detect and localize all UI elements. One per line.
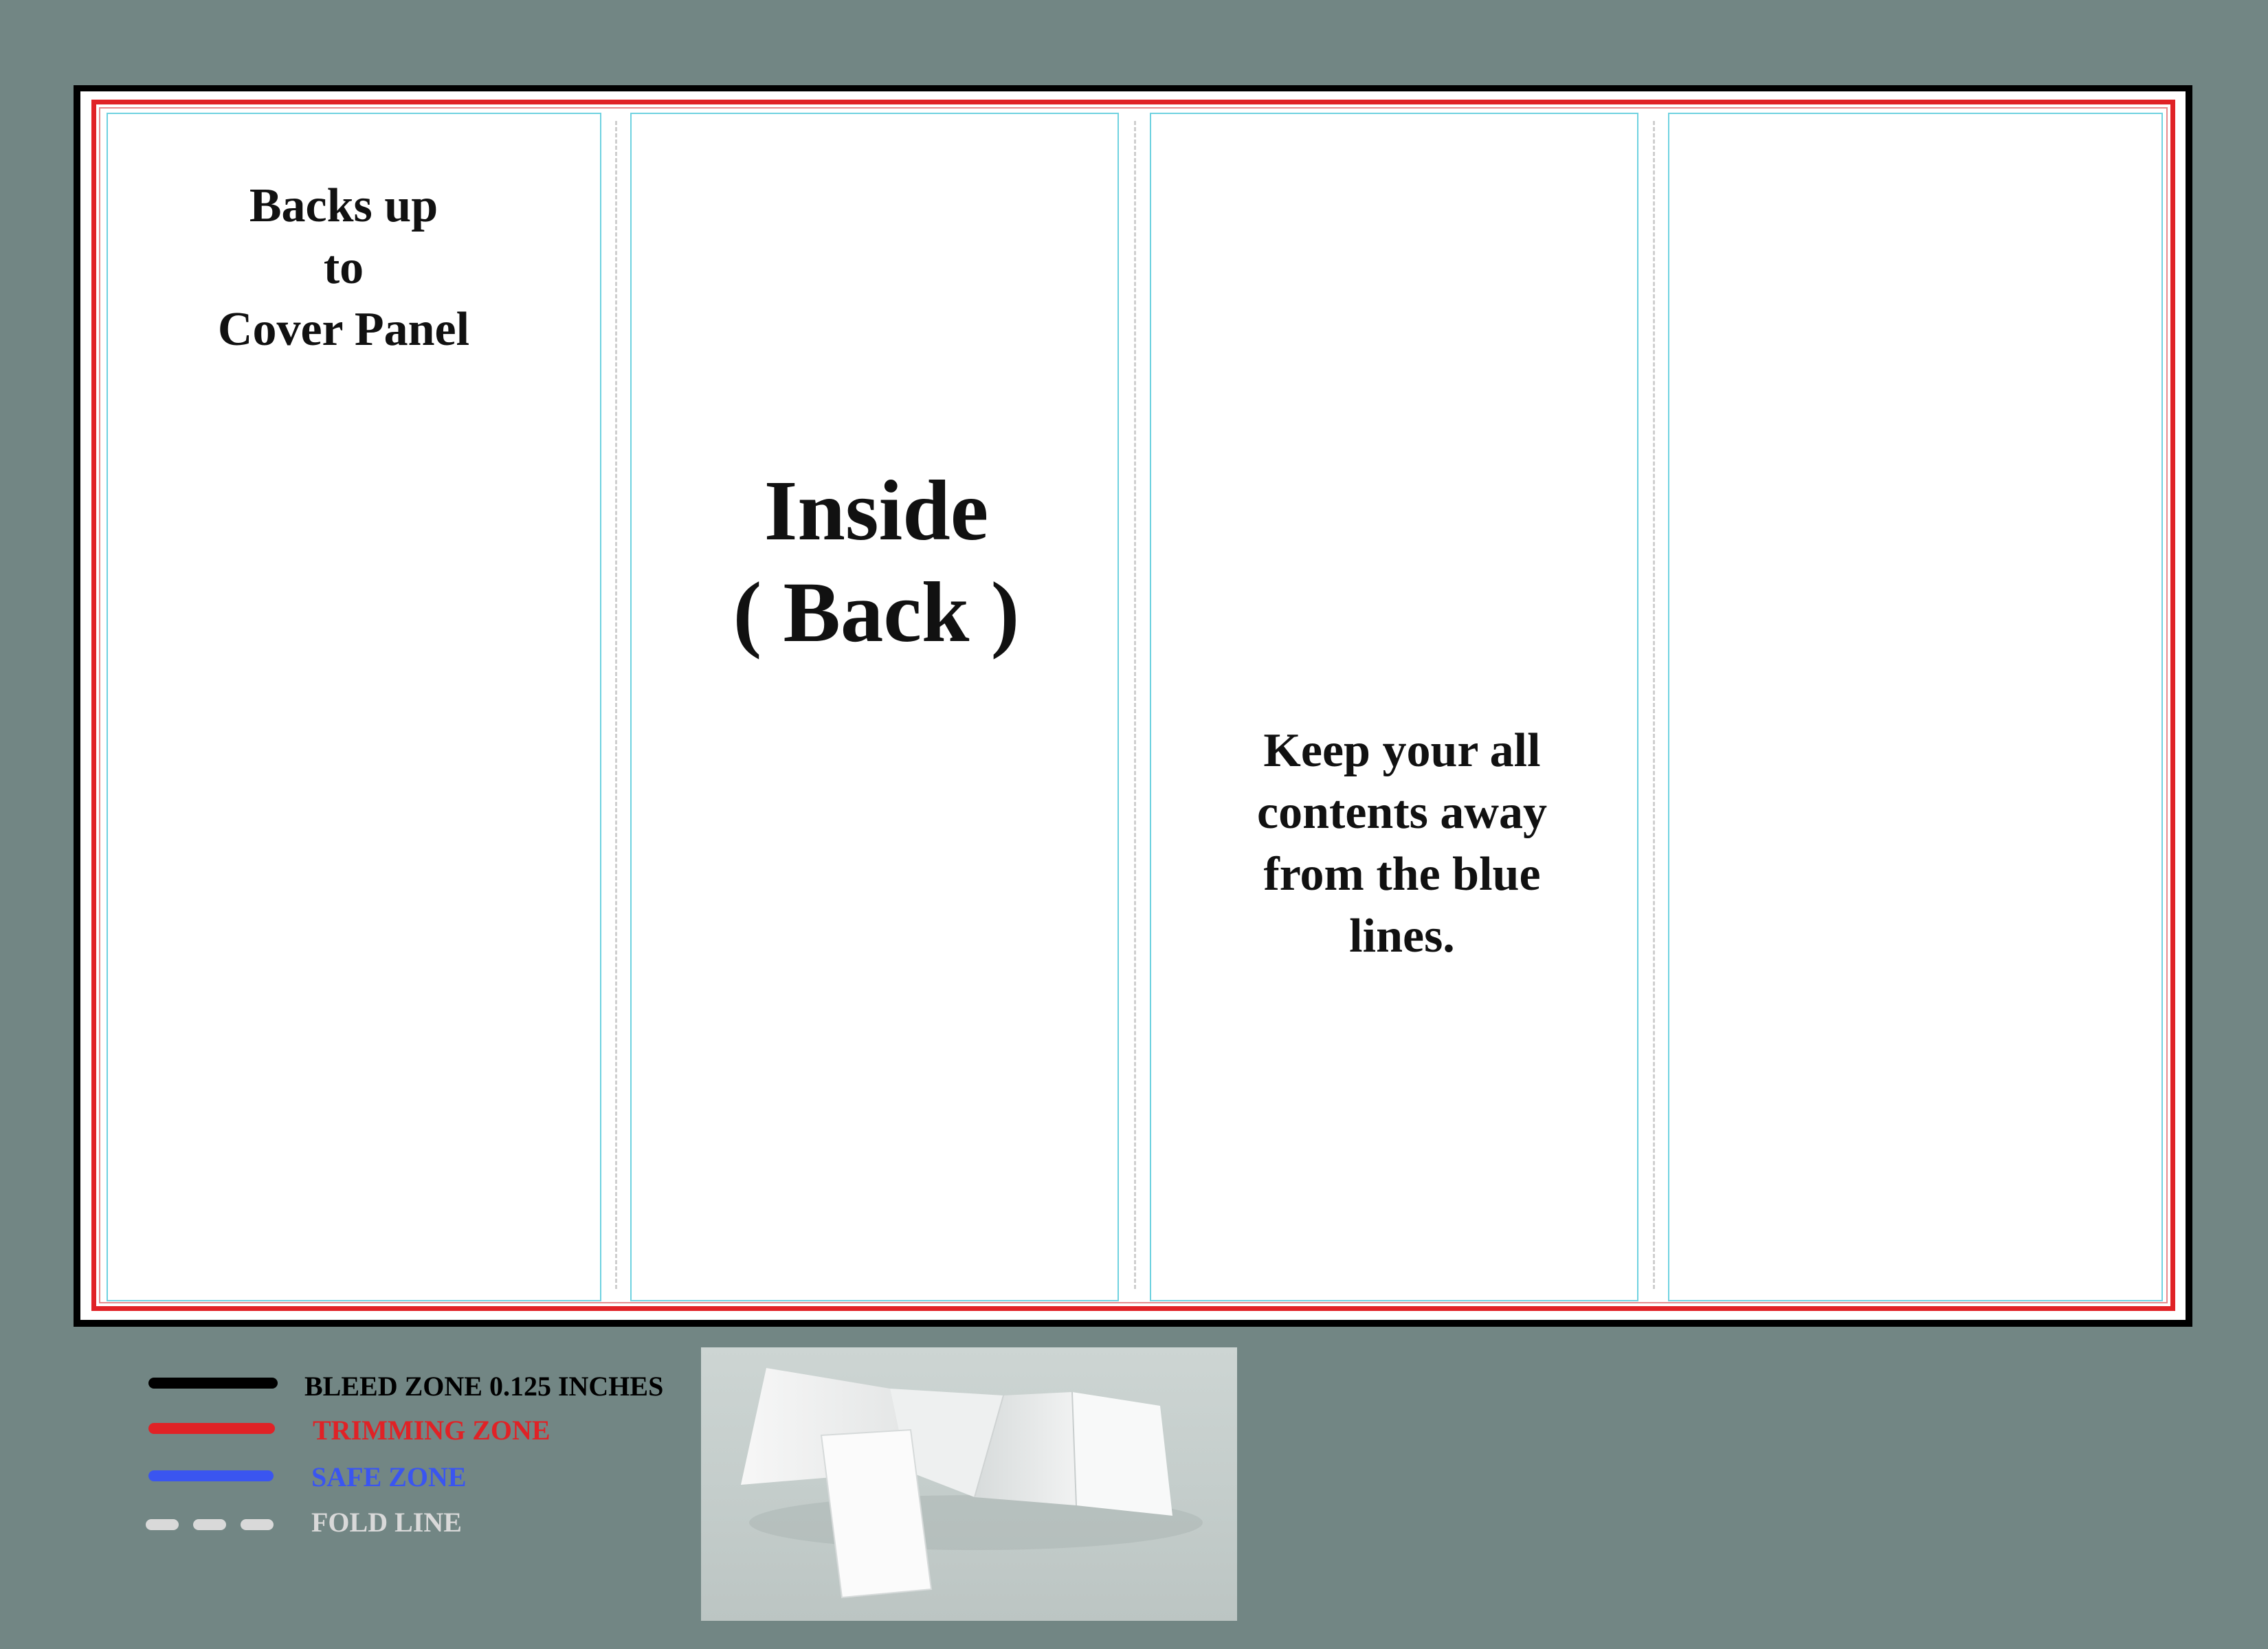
left-text-line-2: to <box>323 241 364 294</box>
fold-line-1 <box>615 121 617 1289</box>
legend-trim-swatch <box>148 1423 275 1434</box>
fold-line-3 <box>1653 121 1655 1289</box>
panel-2-safe-zone <box>630 113 1119 1301</box>
right-note-line-2: contents away <box>1257 786 1547 839</box>
legend-safe-swatch <box>148 1470 274 1481</box>
center-panel-title: Inside ( Back ) <box>632 460 1120 664</box>
panel-3-safe-zone <box>1150 113 1638 1301</box>
right-panel-note: Keep your all contents away from the blu… <box>1155 720 1649 967</box>
folded-brochure-mockup-icon <box>701 1347 1237 1621</box>
fold-line-2 <box>1134 121 1136 1289</box>
left-text-line-1: Backs up <box>249 179 438 232</box>
legend-trim-label: TRIMMING ZONE <box>313 1415 551 1446</box>
legend-bleed-swatch <box>148 1378 278 1389</box>
legend-fold-dash-1 <box>146 1519 179 1530</box>
right-note-line-1: Keep your all <box>1263 724 1541 777</box>
panel-4-safe-zone <box>1668 113 2163 1301</box>
legend-bleed-label: BLEED ZONE 0.125 INCHES <box>304 1371 664 1402</box>
right-note-line-3: from the blue <box>1263 848 1541 901</box>
legend-safe-label: SAFE ZONE <box>311 1461 467 1492</box>
center-title-line-1: Inside <box>764 464 989 559</box>
right-note-line-4: lines. <box>1349 910 1455 963</box>
left-text-line-3: Cover Panel <box>217 303 470 356</box>
left-panel-text: Backs up to Cover Panel <box>110 175 577 361</box>
legend-fold-label: FOLD LINE <box>311 1507 462 1538</box>
legend-fold-dash-2 <box>193 1519 226 1530</box>
legend-fold-dash-3 <box>241 1519 274 1530</box>
center-title-line-2: ( Back ) <box>733 565 1020 660</box>
